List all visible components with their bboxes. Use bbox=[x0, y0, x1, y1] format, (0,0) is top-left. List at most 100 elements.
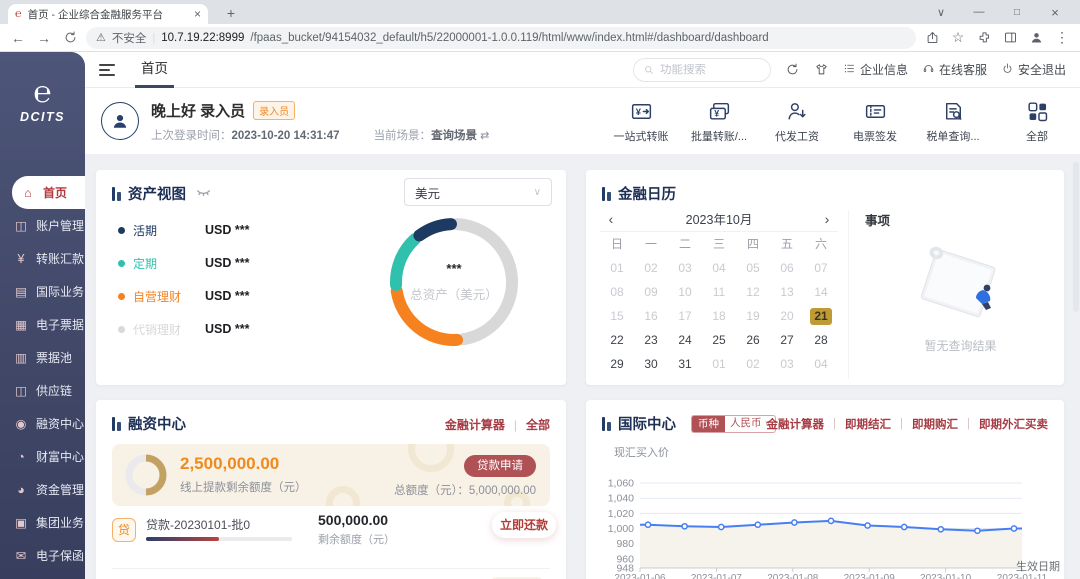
function-search[interactable] bbox=[633, 58, 771, 82]
quick-action-税单查询...[interactable]: 税单查询... bbox=[924, 99, 982, 144]
sidebar-item-转账汇款[interactable]: ¥转账汇款 bbox=[0, 242, 85, 275]
calendar-day-04[interactable]: 04 bbox=[702, 260, 736, 277]
calendar-day-04[interactable]: 04 bbox=[804, 356, 838, 373]
calendar-day-23[interactable]: 23 bbox=[634, 332, 668, 349]
calendar-day-18[interactable]: 18 bbox=[702, 308, 736, 325]
quick-action-批量转账/...[interactable]: ¥批量转账/... bbox=[690, 99, 748, 144]
calendar-day-21[interactable]: 21 bbox=[810, 308, 832, 325]
calendar-day-03[interactable]: 03 bbox=[770, 356, 804, 373]
loan-apply-button[interactable]: 贷款申请 bbox=[464, 455, 536, 477]
calendar-day-27[interactable]: 27 bbox=[770, 332, 804, 349]
quick-action-全部[interactable]: 全部 bbox=[1008, 99, 1066, 144]
calendar-day-02[interactable]: 02 bbox=[634, 260, 668, 277]
topbar-link-在线客服[interactable]: 在线客服 bbox=[922, 61, 987, 78]
calendar-day-19[interactable]: 19 bbox=[736, 308, 770, 325]
browser-tab[interactable]: ℮ 首页 - 企业综合金融服务平台 × bbox=[8, 4, 208, 24]
currency-type-select[interactable]: 币种 人民币∨ bbox=[691, 415, 776, 433]
calendar-day-01[interactable]: 01 bbox=[600, 260, 634, 277]
calendar-day-16[interactable]: 16 bbox=[634, 308, 668, 325]
funds-mgmt-icon: ◕ bbox=[13, 483, 29, 497]
search-input[interactable] bbox=[660, 64, 750, 76]
reload-icon[interactable] bbox=[60, 30, 80, 45]
browser-menu-icon[interactable]: ⋮ bbox=[1052, 29, 1072, 46]
quick-action-代发工资[interactable]: 代发工资 bbox=[768, 99, 826, 144]
link-即期购汇[interactable]: 即期购汇 bbox=[912, 416, 958, 432]
refresh-icon[interactable] bbox=[785, 62, 800, 77]
sidebar-item-电子保函[interactable]: ✉电子保函 bbox=[0, 539, 85, 572]
tab-close-icon[interactable]: × bbox=[194, 8, 201, 20]
calendar-day-14[interactable]: 14 bbox=[804, 284, 838, 301]
legend-dot bbox=[118, 260, 125, 267]
sidebar-item-账户管理[interactable]: ◫账户管理 bbox=[0, 209, 85, 242]
calendar-day-15[interactable]: 15 bbox=[600, 308, 634, 325]
scrollbar-thumb[interactable] bbox=[1073, 162, 1079, 312]
switch-scene-icon[interactable]: ⇄ bbox=[480, 130, 489, 142]
forward-icon[interactable]: → bbox=[34, 30, 54, 46]
theme-skin-icon[interactable] bbox=[814, 62, 829, 77]
calendar-day-06[interactable]: 06 bbox=[770, 260, 804, 277]
calendar-day-13[interactable]: 13 bbox=[770, 284, 804, 301]
calendar-day-22[interactable]: 22 bbox=[600, 332, 634, 349]
page-tab-home[interactable]: 首页 bbox=[135, 52, 174, 88]
link-即期结汇[interactable]: 即期结汇 bbox=[845, 416, 891, 432]
bookmark-star-icon[interactable]: ☆ bbox=[948, 29, 968, 46]
window-menu-chevron-icon[interactable]: ∨ bbox=[922, 6, 960, 19]
calendar-day-08[interactable]: 08 bbox=[600, 284, 634, 301]
calendar-day-10[interactable]: 10 bbox=[668, 284, 702, 301]
quick-action-一站式转账[interactable]: ¥一站式转账 bbox=[612, 99, 670, 144]
calendar-day-07[interactable]: 07 bbox=[804, 260, 838, 277]
calendar-day-09[interactable]: 09 bbox=[634, 284, 668, 301]
calendar-day-25[interactable]: 25 bbox=[702, 332, 736, 349]
calendar-day-11[interactable]: 11 bbox=[702, 284, 736, 301]
calendar-day-03[interactable]: 03 bbox=[668, 260, 702, 277]
topbar-link-安全退出[interactable]: 安全退出 bbox=[1001, 61, 1066, 78]
sidebar-item-票据池[interactable]: ▥票据池 bbox=[0, 341, 85, 374]
repay-now-button[interactable]: 立即还款 bbox=[492, 512, 556, 538]
calendar-day-02[interactable]: 02 bbox=[736, 356, 770, 373]
link-即期外汇买卖[interactable]: 即期外汇买卖 bbox=[979, 416, 1048, 432]
prev-month-icon[interactable]: ‹ bbox=[600, 211, 622, 227]
dcits-logo-mark-icon: ℮ bbox=[0, 78, 85, 108]
calendar-day-29[interactable]: 29 bbox=[600, 356, 634, 373]
calendar-day-20[interactable]: 20 bbox=[770, 308, 804, 325]
currency-select[interactable]: 美元 ∨ bbox=[404, 178, 552, 206]
sidebar-item-供应链[interactable]: ◫供应链 bbox=[0, 374, 85, 407]
share-icon[interactable] bbox=[922, 30, 942, 45]
next-month-icon[interactable]: › bbox=[816, 211, 838, 227]
calendar-day-30[interactable]: 30 bbox=[634, 356, 668, 373]
sidebar-item-资金管理[interactable]: ◕资金管理 bbox=[0, 473, 85, 506]
calendar-day-26[interactable]: 26 bbox=[736, 332, 770, 349]
link-金融计算器[interactable]: 金融计算器 bbox=[445, 416, 505, 433]
back-icon[interactable]: ← bbox=[8, 30, 28, 46]
sidebar-item-首页[interactable]: ⌂首页 bbox=[12, 176, 85, 209]
sidebar-item-国际业务[interactable]: ▤国际业务 bbox=[0, 275, 85, 308]
calendar-day-12[interactable]: 12 bbox=[736, 284, 770, 301]
window-maximize-icon[interactable]: □ bbox=[998, 7, 1036, 18]
address-bar[interactable]: ⚠ 不安全 | 10.7.19.22:8999/fpaas_bucket/941… bbox=[86, 27, 916, 49]
collapse-sidebar-icon[interactable] bbox=[99, 61, 115, 79]
window-minimize-icon[interactable]: — bbox=[960, 6, 998, 18]
current-scene[interactable]: 当前场景：查询场景⇄ bbox=[374, 127, 490, 143]
user-avatar[interactable] bbox=[101, 102, 139, 140]
topbar-link-企业信息[interactable]: 企业信息 bbox=[843, 61, 908, 78]
hide-amounts-eye-icon[interactable] bbox=[196, 186, 211, 201]
calendar-day-24[interactable]: 24 bbox=[668, 332, 702, 349]
profile-icon[interactable] bbox=[1026, 30, 1046, 45]
calendar-day-31[interactable]: 31 bbox=[668, 356, 702, 373]
calendar-day-28[interactable]: 28 bbox=[804, 332, 838, 349]
quick-action-电票签发[interactable]: 电票签发 bbox=[846, 99, 904, 144]
extensions-puzzle-icon[interactable] bbox=[974, 30, 994, 45]
sidebar-item-电子票据[interactable]: ▦电子票据 bbox=[0, 308, 85, 341]
calendar-day-17[interactable]: 17 bbox=[668, 308, 702, 325]
sidebar-item-财富中心[interactable]: ◔财富中心 bbox=[0, 440, 85, 473]
calendar-day-01[interactable]: 01 bbox=[702, 356, 736, 373]
sidebar-item-集团业务[interactable]: ▣集团业务 bbox=[0, 506, 85, 539]
window-close-icon[interactable]: × bbox=[1036, 5, 1074, 20]
sidebar-item-融资中心[interactable]: ◉融资中心 bbox=[0, 407, 85, 440]
sidebar-item-label: 融资中心 bbox=[36, 415, 84, 432]
link-全部[interactable]: 全部 bbox=[526, 416, 550, 433]
side-panel-icon[interactable] bbox=[1000, 30, 1020, 45]
new-tab-button[interactable]: + bbox=[220, 3, 242, 23]
calendar-day-05[interactable]: 05 bbox=[736, 260, 770, 277]
link-金融计算器[interactable]: 金融计算器 bbox=[767, 416, 825, 432]
